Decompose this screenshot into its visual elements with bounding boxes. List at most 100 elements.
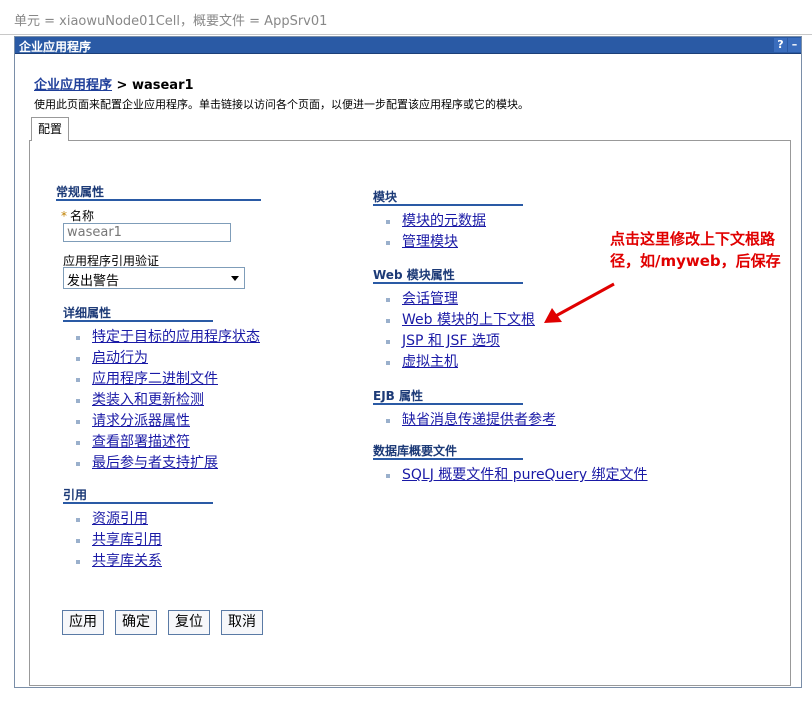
link-shared-library-references[interactable]: 共享库引用 (92, 532, 162, 548)
apply-button[interactable]: 应用 (62, 610, 104, 635)
bullet-icon (76, 518, 80, 522)
references-heading: 引用 (63, 486, 87, 503)
window-titlebar: 企业应用程序 ? – (15, 37, 801, 54)
window-title: 企业应用程序 (19, 38, 91, 55)
bullet-icon (76, 539, 80, 543)
link-resource-references[interactable]: 资源引用 (92, 511, 148, 527)
list-item: 共享库关系 (74, 551, 162, 572)
bullet-icon (386, 298, 390, 302)
bullet-icon (76, 560, 80, 564)
cancel-button[interactable]: 取消 (221, 610, 263, 635)
ejb-properties-list: 缺省消息传递提供者参考 (384, 410, 556, 431)
list-item: 最后参与者支持扩展 (74, 453, 260, 474)
bullet-icon (76, 378, 80, 382)
modules-list: 模块的元数据 管理模块 (384, 211, 486, 253)
scope-text: 单元 = xiaowuNode01Cell，概要文件 = AppSrv01 (14, 10, 327, 29)
list-item: 特定于目标的应用程序状态 (74, 327, 260, 348)
link-manage-modules[interactable]: 管理模块 (402, 234, 458, 250)
page-description: 使用此页面来配置企业应用程序。单击链接以访问各个页面，以便进一步配置该应用程序或… (34, 96, 529, 112)
ref-validation-select[interactable]: 发出警告 (63, 267, 245, 289)
bullet-icon (386, 220, 390, 224)
annotation-arrow-icon (540, 280, 620, 330)
list-item: 会话管理 (384, 289, 535, 310)
link-virtual-hosts[interactable]: 虚拟主机 (402, 354, 458, 370)
ejb-properties-rule (373, 403, 523, 405)
minimize-button[interactable]: – (788, 38, 801, 52)
list-item: 查看部署描述符 (74, 432, 260, 453)
link-application-binaries[interactable]: 应用程序二进制文件 (92, 371, 218, 387)
references-list: 资源引用 共享库引用 共享库关系 (74, 509, 162, 572)
list-item: 共享库引用 (74, 530, 162, 551)
list-item: 缺省消息传递提供者参考 (384, 410, 556, 431)
list-item: 类装入和更新检测 (74, 390, 260, 411)
list-item: SQLJ 概要文件和 pureQuery 绑定文件 (384, 465, 648, 486)
chevron-down-icon (231, 276, 239, 281)
modules-rule (373, 204, 523, 206)
detail-properties-rule (63, 320, 213, 322)
references-rule (63, 502, 213, 504)
link-target-specific-state[interactable]: 特定于目标的应用程序状态 (92, 329, 260, 345)
required-icon: * (61, 209, 67, 223)
name-label-text: 名称 (70, 209, 94, 223)
link-view-deployment-descriptor[interactable]: 查看部署描述符 (92, 434, 190, 450)
link-shared-library-relationships[interactable]: 共享库关系 (92, 553, 162, 569)
bullet-icon (386, 361, 390, 365)
breadcrumb-link-enterprise-apps[interactable]: 企业应用程序 (34, 78, 112, 93)
list-item: 模块的元数据 (384, 211, 486, 232)
database-profiles-list: SQLJ 概要文件和 pureQuery 绑定文件 (384, 465, 648, 486)
portlet-window: 企业应用程序 ? – 企业应用程序 > wasear1 使用此页面来配置企业应用… (14, 36, 802, 688)
list-item: 资源引用 (74, 509, 162, 530)
modules-heading: 模块 (373, 188, 397, 205)
bullet-icon (386, 319, 390, 323)
link-last-participant-support[interactable]: 最后参与者支持扩展 (92, 455, 218, 471)
link-default-messaging-provider[interactable]: 缺省消息传递提供者参考 (402, 412, 556, 428)
link-request-dispatcher[interactable]: 请求分派器属性 (92, 413, 190, 429)
configuration-panel: 常规属性 *名称 wasear1 应用程序引用验证 发出警告 详细属性 特定于目… (29, 140, 791, 686)
name-label: *名称 (61, 207, 94, 224)
database-profiles-rule (373, 458, 523, 460)
database-profiles-heading: 数据库概要文件 (373, 442, 457, 459)
bullet-icon (76, 357, 80, 361)
ref-validation-value: 发出警告 (67, 274, 119, 289)
list-item: 请求分派器属性 (74, 411, 260, 432)
ok-button[interactable]: 确定 (115, 610, 157, 635)
link-session-management[interactable]: 会话管理 (402, 291, 458, 307)
scope-bar: 单元 = xiaowuNode01Cell，概要文件 = AppSrv01 (0, 0, 812, 36)
link-module-metadata[interactable]: 模块的元数据 (402, 213, 486, 229)
bullet-icon (76, 462, 80, 466)
web-module-properties-rule (373, 282, 523, 284)
list-item: 管理模块 (384, 232, 486, 253)
general-properties-heading: 常规属性 (56, 183, 104, 200)
tab-configuration[interactable]: 配置 (31, 117, 69, 141)
detail-properties-heading: 详细属性 (63, 304, 111, 321)
list-item: Web 模块的上下文根 (384, 310, 535, 331)
detail-properties-list: 特定于目标的应用程序状态 启动行为 应用程序二进制文件 类装入和更新检测 请求分… (74, 327, 260, 474)
ejb-properties-heading: EJB 属性 (373, 387, 423, 404)
bullet-icon (76, 336, 80, 340)
list-item: JSP 和 JSF 选项 (384, 331, 535, 352)
list-item: 虚拟主机 (384, 352, 535, 373)
link-context-root[interactable]: Web 模块的上下文根 (402, 312, 535, 328)
link-class-loading[interactable]: 类装入和更新检测 (92, 392, 204, 408)
bullet-icon (386, 340, 390, 344)
web-module-properties-heading: Web 模块属性 (373, 266, 455, 283)
link-startup-behavior[interactable]: 启动行为 (92, 350, 148, 366)
reset-button[interactable]: 复位 (168, 610, 210, 635)
breadcrumb-current: wasear1 (132, 78, 194, 93)
bullet-icon (386, 241, 390, 245)
list-item: 应用程序二进制文件 (74, 369, 260, 390)
general-properties-rule (56, 199, 261, 201)
bullet-icon (386, 419, 390, 423)
scope-divider (0, 34, 812, 35)
breadcrumb: 企业应用程序 > wasear1 (34, 74, 194, 93)
annotation-note: 点击这里修改上下文根路径，如/myweb，后保存 (610, 228, 790, 272)
name-field: wasear1 (63, 223, 231, 242)
bullet-icon (76, 441, 80, 445)
web-module-properties-list: 会话管理 Web 模块的上下文根 JSP 和 JSF 选项 虚拟主机 (384, 289, 535, 373)
bullet-icon (76, 420, 80, 424)
link-sqlj-purequery[interactable]: SQLJ 概要文件和 pureQuery 绑定文件 (402, 467, 648, 483)
help-button[interactable]: ? (774, 38, 787, 52)
link-jsp-jsf-options[interactable]: JSP 和 JSF 选项 (402, 333, 500, 349)
bullet-icon (76, 399, 80, 403)
list-item: 启动行为 (74, 348, 260, 369)
